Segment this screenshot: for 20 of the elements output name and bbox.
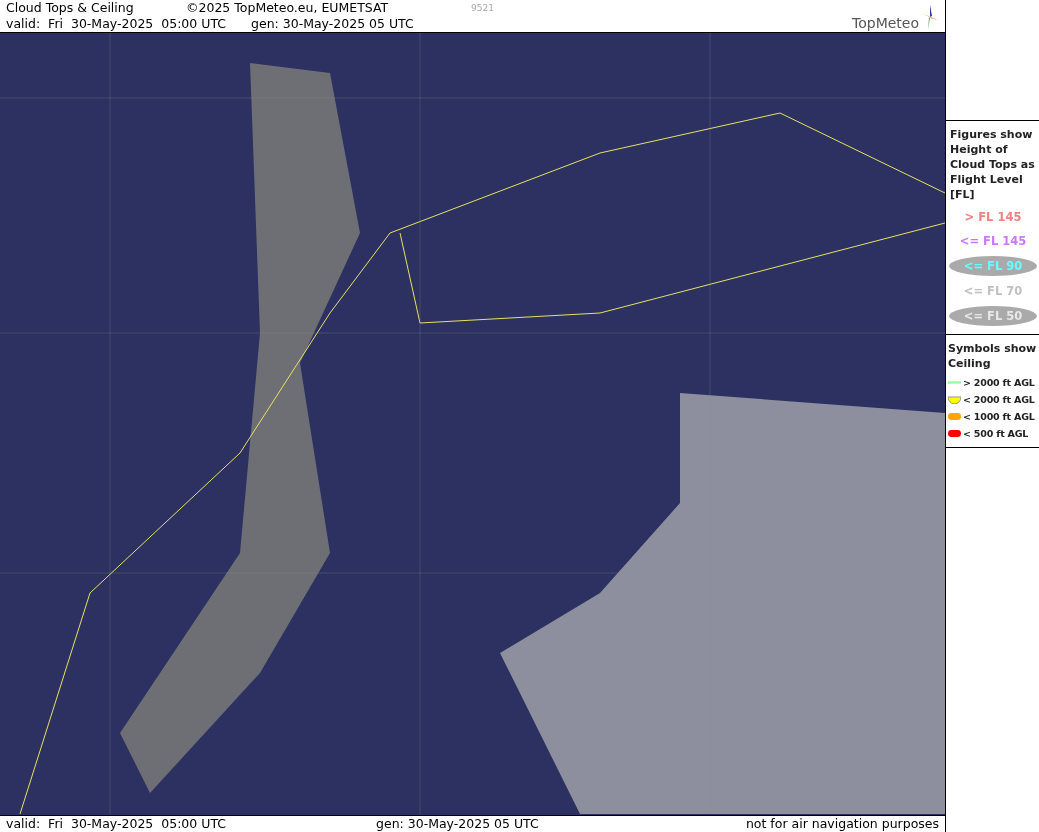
legend-label: < 1000 ft AGL (963, 411, 1035, 422)
generated-time: gen: 30-May-2025 05 UTC (251, 16, 414, 32)
legend-item: <= FL 90 (963, 259, 1023, 273)
legend-label: < 2000 ft AGL (963, 394, 1035, 405)
legend-label: > 2000 ft AGL (963, 377, 1035, 388)
logo-text: TopMeteo (852, 15, 919, 31)
chart-title: Cloud Tops & Ceiling (6, 0, 135, 16)
legend-heading: Symbols show Ceiling (948, 341, 1038, 371)
disclaimer-text: not for air navigation purposes (745, 816, 939, 832)
generated-time: gen: 30-May-2025 05 UTC (376, 816, 540, 832)
valid-time: valid: Fri 30-May-2025 05:00 UTC (6, 16, 228, 32)
image-code: 9521 (471, 2, 494, 15)
legend-item: > FL 145 (964, 210, 1022, 224)
legend-item: <= FL 70 (963, 284, 1023, 298)
valid-time: valid: Fri 30-May-2025 05:00 UTC (6, 816, 228, 832)
legend-heading: Figures show Height of Cloud Tops as Flight Level [FL] (950, 127, 1036, 202)
legend-label: < 500 ft AGL (963, 428, 1029, 439)
copyright-text: ©2025 TopMeteo.eu, EUMETSAT (186, 0, 390, 16)
legend-item: <= FL 145 (959, 234, 1027, 248)
legend-item: <= FL 50 (963, 309, 1023, 323)
